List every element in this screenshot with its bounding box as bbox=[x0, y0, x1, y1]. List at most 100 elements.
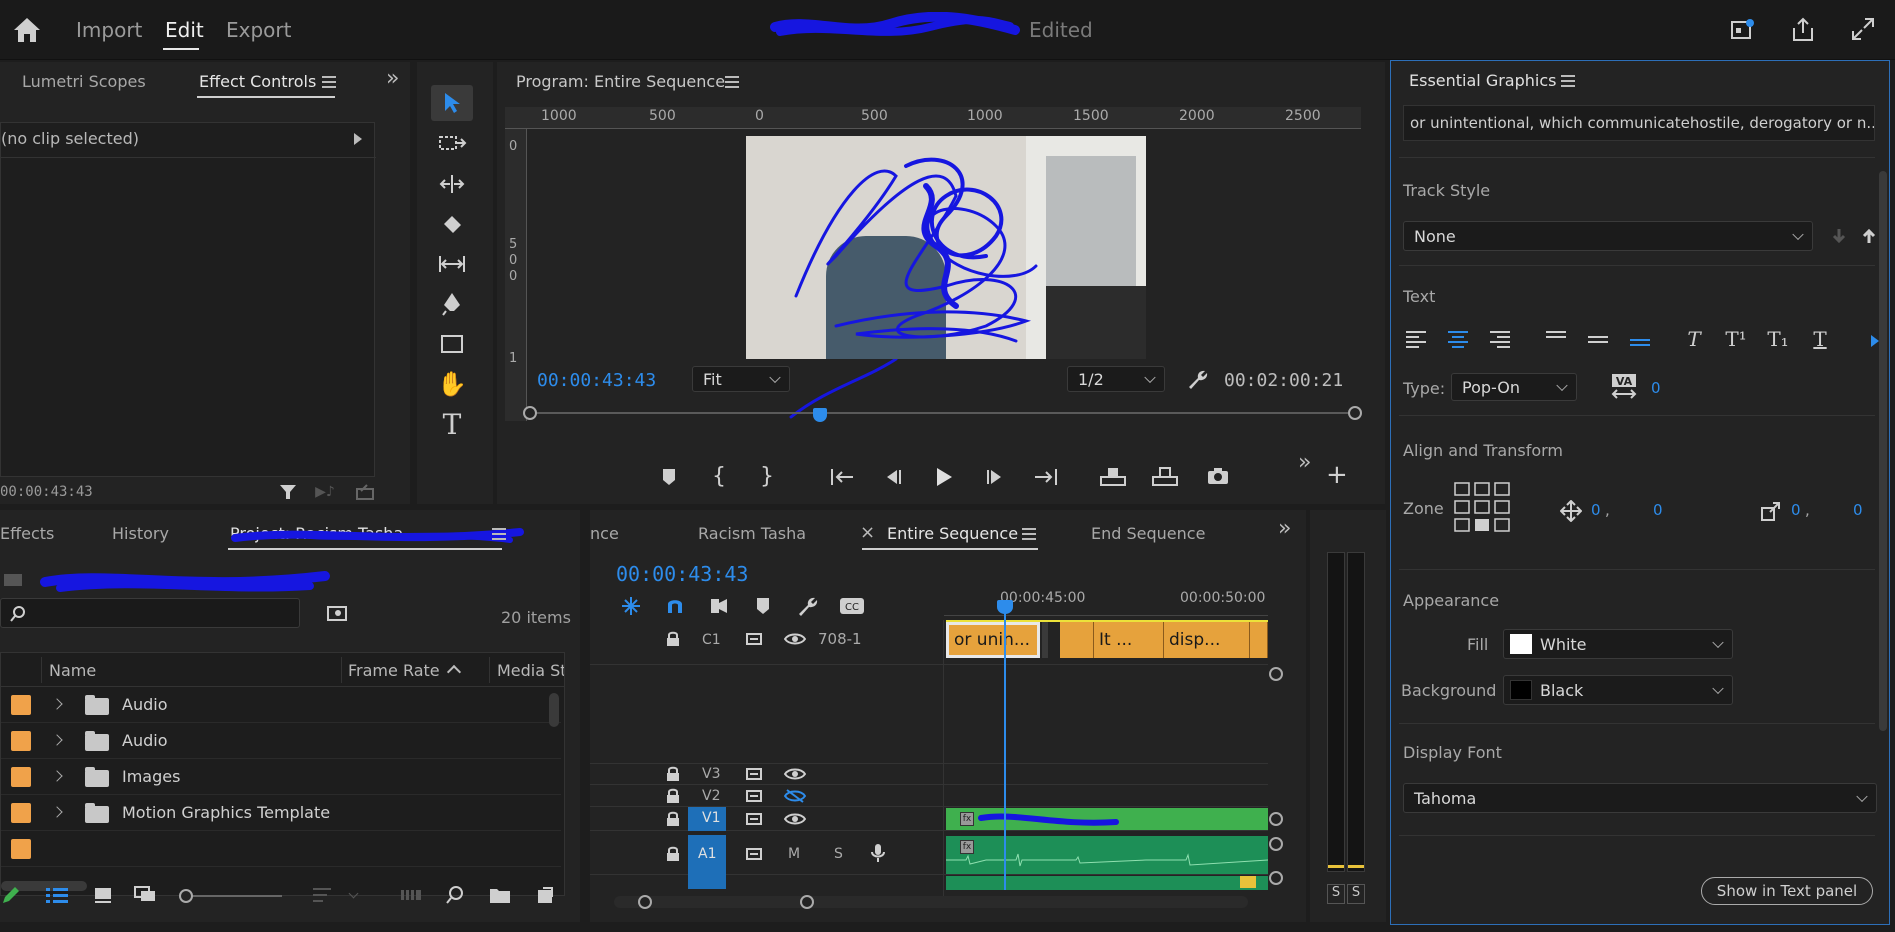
chevron-right-icon[interactable] bbox=[51, 806, 63, 818]
scrub-start-handle[interactable] bbox=[523, 406, 537, 420]
background-dropdown[interactable]: Black bbox=[1503, 675, 1733, 705]
eye-icon[interactable] bbox=[784, 630, 806, 648]
timeline-menu-icon[interactable] bbox=[1022, 528, 1036, 540]
track-v2[interactable] bbox=[590, 785, 1268, 807]
project-menu-icon[interactable] bbox=[492, 528, 506, 540]
lock-icon[interactable] bbox=[664, 811, 682, 827]
label-color-swatch[interactable] bbox=[11, 767, 31, 787]
scrub-bar[interactable] bbox=[529, 412, 1353, 414]
label-color-swatch[interactable] bbox=[11, 731, 31, 751]
column-name[interactable]: Name bbox=[49, 661, 96, 680]
lock-icon[interactable] bbox=[664, 846, 682, 862]
rectangle-tool-icon[interactable] bbox=[431, 328, 473, 360]
background-color-swatch[interactable] bbox=[1510, 680, 1532, 700]
chevron-right-icon[interactable] bbox=[51, 770, 63, 782]
caption-clip[interactable]: or unin... bbox=[946, 622, 1040, 658]
zoom-slider-handle[interactable] bbox=[179, 889, 193, 903]
audio-clip[interactable]: fx bbox=[946, 836, 1268, 874]
chevron-right-icon[interactable] bbox=[51, 698, 63, 710]
caption-clip[interactable]: It ... bbox=[1094, 622, 1164, 658]
share-icon[interactable] bbox=[1788, 14, 1818, 44]
transport-overflow-icon[interactable]: » bbox=[1298, 450, 1311, 475]
panel-overflow-icon[interactable]: » bbox=[386, 66, 399, 91]
sort-up-icon[interactable] bbox=[446, 664, 462, 680]
superscript-icon[interactable]: T¹ bbox=[1723, 327, 1749, 351]
slip-tool-icon[interactable] bbox=[431, 248, 473, 280]
button-editor-icon[interactable]: + bbox=[1326, 460, 1348, 490]
label-color-swatch[interactable] bbox=[11, 695, 31, 715]
show-in-text-panel-button[interactable]: Show in Text panel bbox=[1701, 877, 1873, 905]
add-marker-timeline-icon[interactable] bbox=[750, 594, 776, 618]
label-color-swatch[interactable] bbox=[11, 803, 31, 823]
extract-icon[interactable] bbox=[1149, 462, 1181, 490]
fit-dropdown[interactable]: Fit bbox=[692, 366, 790, 392]
nav-import[interactable]: Import bbox=[76, 18, 142, 42]
mark-out-icon[interactable]: } bbox=[753, 462, 781, 490]
razor-tool-icon[interactable] bbox=[431, 208, 473, 240]
project-search-input[interactable] bbox=[0, 598, 300, 628]
toggle-sync-lock-icon[interactable] bbox=[744, 811, 766, 827]
add-marker-icon[interactable] bbox=[655, 464, 683, 490]
eye-hidden-icon[interactable] bbox=[784, 788, 806, 804]
position-x-value[interactable]: 0 bbox=[1591, 501, 1601, 519]
fill-color-swatch[interactable] bbox=[1510, 634, 1532, 654]
toggle-sync-lock-icon[interactable] bbox=[744, 766, 766, 782]
toggle-sync-lock-icon[interactable] bbox=[744, 788, 766, 804]
solo-left-button[interactable]: S bbox=[1327, 884, 1345, 904]
vertical-zoom-handle-top[interactable] bbox=[1269, 667, 1283, 681]
list-view-icon[interactable] bbox=[44, 884, 70, 906]
close-tab-icon[interactable]: × bbox=[860, 522, 875, 543]
bin-up-icon[interactable] bbox=[0, 568, 26, 590]
position-move-icon[interactable] bbox=[1559, 499, 1583, 523]
list-item[interactable]: Audio bbox=[1, 723, 561, 759]
icon-view-icon[interactable] bbox=[92, 884, 114, 906]
resolution-dropdown[interactable]: 1/2 bbox=[1067, 366, 1165, 392]
column-media-start[interactable]: Media St bbox=[497, 661, 564, 680]
nest-icon[interactable] bbox=[618, 594, 644, 618]
playhead-marker[interactable] bbox=[813, 408, 827, 422]
go-to-out-icon[interactable] bbox=[1031, 464, 1061, 490]
play-only-icon[interactable] bbox=[354, 133, 362, 145]
caption-clip[interactable] bbox=[1250, 622, 1268, 658]
sync-lock-icon[interactable] bbox=[744, 630, 766, 648]
mute-button[interactable]: M bbox=[788, 846, 800, 862]
tab-entire-sequence[interactable]: Entire Sequence bbox=[887, 524, 1018, 543]
tab-effect-controls[interactable]: Effect Controls bbox=[199, 72, 316, 91]
audio-clip-2[interactable] bbox=[946, 876, 1268, 890]
more-options-arrow[interactable] bbox=[1871, 335, 1879, 347]
step-forward-icon[interactable] bbox=[981, 464, 1009, 490]
solo-button[interactable]: S bbox=[834, 846, 843, 862]
go-to-in-icon[interactable] bbox=[827, 464, 857, 490]
timeline-playhead-handle[interactable] bbox=[997, 600, 1013, 614]
program-current-timecode[interactable]: 00:00:43:43 bbox=[537, 370, 656, 391]
chevron-right-icon[interactable] bbox=[51, 734, 63, 746]
position-y-value[interactable]: 0 bbox=[1653, 501, 1663, 519]
track-style-dropdown[interactable]: None bbox=[1403, 221, 1813, 251]
find-search-icon[interactable] bbox=[444, 884, 466, 906]
timeline-zoom-handle-right[interactable] bbox=[800, 895, 814, 909]
align-top-icon[interactable] bbox=[1543, 327, 1569, 351]
timeline-settings-wrench-icon[interactable] bbox=[794, 594, 820, 618]
tab-history[interactable]: History bbox=[112, 524, 169, 543]
mark-in-icon[interactable]: { bbox=[705, 462, 733, 490]
new-item-icon[interactable] bbox=[534, 884, 556, 906]
timeline-horizontal-scrollbar[interactable] bbox=[614, 896, 1248, 908]
tracking-icon[interactable]: VA bbox=[1609, 371, 1639, 401]
fill-dropdown[interactable]: White bbox=[1503, 629, 1733, 659]
essential-graphics-scrollbar[interactable] bbox=[1879, 171, 1887, 731]
selection-tool-icon[interactable] bbox=[431, 85, 473, 121]
essential-graphics-menu-icon[interactable] bbox=[1561, 75, 1575, 87]
vertical-zoom-handle[interactable] bbox=[1269, 837, 1283, 851]
underline-icon[interactable]: T bbox=[1807, 327, 1833, 351]
type-tool-icon[interactable]: T bbox=[431, 408, 473, 441]
eye-icon[interactable] bbox=[784, 766, 806, 782]
program-menu-icon[interactable] bbox=[725, 76, 739, 88]
scale-x-value[interactable]: 0 bbox=[1791, 501, 1801, 519]
align-right-icon[interactable] bbox=[1487, 327, 1513, 351]
quick-export-icon[interactable] bbox=[1728, 16, 1758, 44]
lift-icon[interactable] bbox=[1097, 462, 1129, 490]
toggle-sync-lock-icon[interactable] bbox=[744, 846, 766, 862]
lock-icon[interactable] bbox=[664, 766, 682, 782]
track-v3[interactable] bbox=[590, 763, 1268, 785]
hand-tool-icon[interactable]: ✋ bbox=[431, 368, 473, 400]
